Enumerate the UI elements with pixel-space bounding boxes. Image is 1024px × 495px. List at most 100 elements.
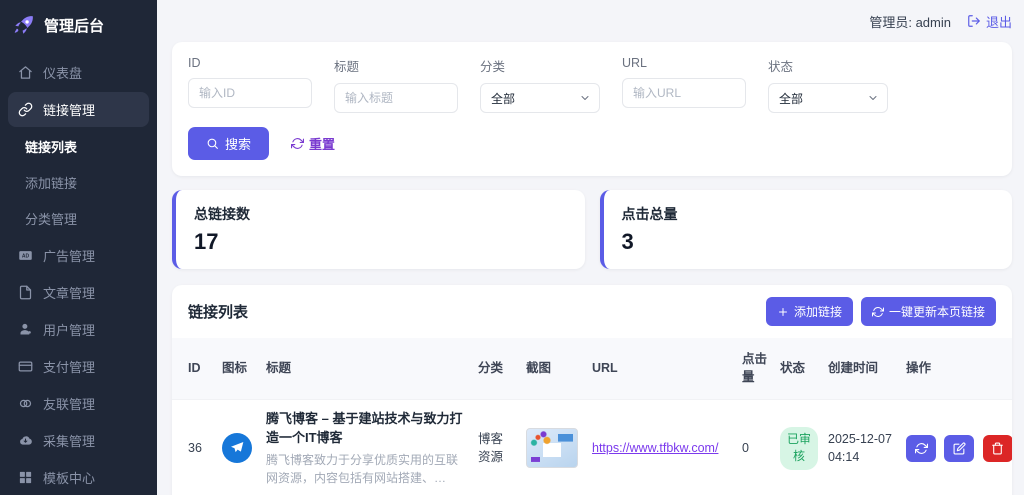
links-table: ID 图标 标题 分类 截图 URL 点击量 状态 创建时间 操作 36 (172, 338, 1012, 495)
category-select[interactable]: 全部 (480, 83, 600, 113)
search-button[interactable]: 搜索 (188, 127, 269, 160)
svg-text:AD: AD (22, 254, 30, 260)
sidebar-nav: 仪表盘 链接管理 链接列表 添加链接 分类管理 AD 广告管理 文章管理 用户管… (0, 55, 157, 495)
topbar: 管理员: admin 退出 (172, 8, 1012, 34)
search-icon (206, 137, 219, 150)
sidebar-subitem-add-link[interactable]: 添加链接 (0, 165, 157, 200)
sidebar-item-article-management[interactable]: 文章管理 (8, 275, 149, 310)
field-label: 分类 (480, 56, 600, 75)
stat-value: 3 (622, 229, 995, 255)
screenshot-thumbnail[interactable] (526, 428, 578, 468)
link-icon (18, 102, 33, 117)
column-header-url: URL (586, 338, 736, 400)
column-header-actions: 操作 (900, 338, 1012, 400)
reset-button[interactable]: 重置 (291, 134, 335, 153)
refresh-icon (872, 306, 884, 318)
logout-label: 退出 (986, 12, 1012, 31)
edit-row-button[interactable] (944, 435, 974, 462)
sidebar-item-dashboard[interactable]: 仪表盘 (8, 55, 149, 90)
paper-plane-icon (229, 440, 245, 456)
trash-icon (991, 442, 1004, 455)
link-list-card: 链接列表 添加链接 一键更新本页链接 ID (172, 285, 1012, 495)
column-header-id: ID (172, 338, 216, 400)
stat-label: 点击总量 (622, 204, 995, 224)
refresh-icon (291, 137, 304, 150)
sidebar-item-label: 广告管理 (43, 246, 95, 265)
field-label: URL (622, 56, 746, 70)
stat-value: 17 (194, 229, 567, 255)
filter-card: ID 标题 分类 全部 URL 状态 全部 (172, 42, 1012, 176)
ad-icon: AD (18, 248, 33, 263)
sidebar-item-link-management[interactable]: 链接管理 (8, 92, 149, 127)
column-header-icon: 图标 (216, 338, 260, 400)
filter-field-id: ID (188, 56, 312, 113)
card-title: 链接列表 (188, 301, 248, 322)
logout-button[interactable]: 退出 (967, 12, 1012, 31)
refresh-row-button[interactable] (906, 435, 936, 462)
payment-icon (18, 359, 33, 374)
created-time: 2025-12-07 04:14 (822, 400, 900, 495)
edit-icon (953, 442, 966, 455)
click-count: 0 (736, 400, 774, 495)
collect-icon (18, 433, 33, 448)
friend-links-icon (18, 396, 33, 411)
add-link-button[interactable]: 添加链接 (766, 297, 853, 326)
column-header-clicks: 点击量 (736, 338, 774, 400)
column-header-created: 创建时间 (822, 338, 900, 400)
home-icon (18, 65, 33, 80)
field-label: 标题 (334, 56, 458, 75)
filter-field-url: URL (622, 56, 746, 113)
url-input[interactable] (622, 78, 746, 108)
sidebar-item-label: 添加链接 (25, 176, 77, 191)
table-row: 36 腾飞博客 – 基于建站技术与致力打造一个IT博客 腾飞博客致力于分享优质实… (172, 400, 1012, 495)
add-link-label: 添加链接 (794, 303, 842, 320)
sidebar-subitem-link-list[interactable]: 链接列表 (0, 129, 157, 164)
template-icon (18, 470, 33, 485)
plus-icon (777, 306, 789, 318)
title-input[interactable] (334, 83, 458, 113)
status-select[interactable]: 全部 (768, 83, 888, 113)
sidebar-item-friend-links-management[interactable]: 友联管理 (8, 386, 149, 421)
refresh-icon (915, 442, 928, 455)
link-description: 腾飞博客致力于分享优质实用的互联网资源，内容包括有网站搭建、… (266, 451, 466, 487)
id-input[interactable] (188, 78, 312, 108)
update-page-links-label: 一键更新本页链接 (889, 303, 985, 320)
stats-row: 总链接数 17 点击总量 3 (172, 190, 1012, 269)
main-content: 管理员: admin 退出 ID 标题 分类 全部 (157, 0, 1024, 495)
sidebar-item-label: 模板中心 (43, 468, 95, 487)
sidebar-item-template-center[interactable]: 模板中心 (8, 460, 149, 495)
article-icon (18, 285, 33, 300)
sidebar-item-label: 链接管理 (43, 100, 95, 119)
field-label: 状态 (768, 56, 888, 75)
status-select-value: 全部 (779, 90, 803, 107)
update-page-links-button[interactable]: 一键更新本页链接 (861, 297, 996, 326)
rocket-icon (12, 13, 36, 37)
column-header-screenshot: 截图 (520, 338, 586, 400)
column-header-status: 状态 (774, 338, 822, 400)
category-select-value: 全部 (491, 90, 515, 107)
sidebar: 管理后台 仪表盘 链接管理 链接列表 添加链接 分类管理 AD 广告管理 文章管… (0, 0, 157, 495)
link-url[interactable]: https://www.tfbkw.com/ (592, 441, 718, 455)
filter-field-status: 状态 全部 (768, 56, 888, 113)
sidebar-item-label: 文章管理 (43, 283, 95, 302)
delete-row-button[interactable] (983, 435, 1012, 462)
sidebar-item-label: 用户管理 (43, 320, 95, 339)
row-id: 36 (172, 400, 216, 495)
stat-label: 总链接数 (194, 204, 567, 224)
admin-label: 管理员: admin (869, 12, 951, 31)
sidebar-item-payment-management[interactable]: 支付管理 (8, 349, 149, 384)
sidebar-item-user-management[interactable]: 用户管理 (8, 312, 149, 347)
reset-button-label: 重置 (309, 134, 335, 153)
sidebar-item-collect-management[interactable]: 采集管理 (8, 423, 149, 458)
users-icon (18, 322, 33, 337)
filter-field-category: 分类 全部 (480, 56, 600, 113)
stat-card-total-clicks: 点击总量 3 (600, 190, 1013, 269)
site-favicon (222, 433, 252, 463)
logout-icon (967, 14, 981, 28)
stat-card-total-links: 总链接数 17 (172, 190, 585, 269)
sidebar-subitem-category-management[interactable]: 分类管理 (0, 201, 157, 236)
sidebar-item-label: 仪表盘 (43, 63, 82, 82)
chevron-down-icon (867, 92, 879, 104)
column-header-title: 标题 (260, 338, 472, 400)
sidebar-item-ad-management[interactable]: AD 广告管理 (8, 238, 149, 273)
